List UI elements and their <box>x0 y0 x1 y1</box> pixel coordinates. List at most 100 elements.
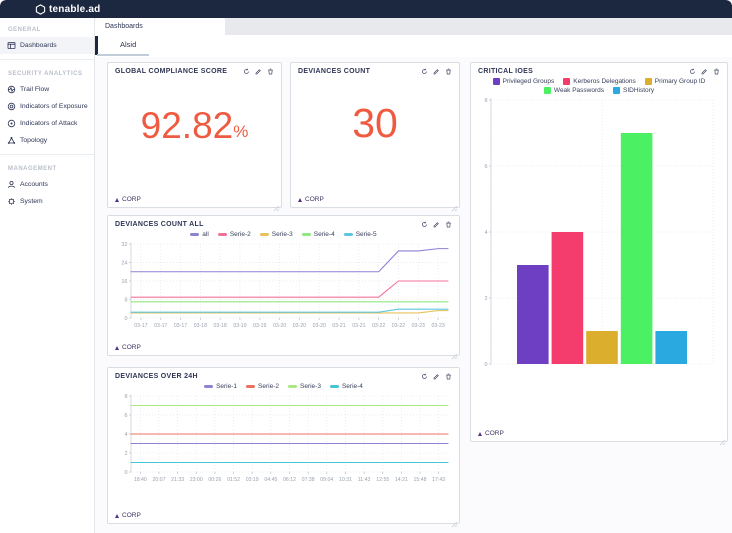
sidebar-item-indicators-of-exposure[interactable]: Indicators of Exposure <box>0 98 94 115</box>
card-deviances-count-all: DEVIANCES COUNT ALL all Serie-2 Serie-3 Ser… <box>107 215 460 356</box>
legend-label: Serie-2 <box>258 383 279 390</box>
legend-item-primary-group-id[interactable]: Primary Group ID <box>645 78 706 85</box>
legend-item-serie-2[interactable]: Serie-2 <box>246 383 279 390</box>
sidebar-item-system[interactable]: System <box>0 193 94 210</box>
critical-ioes-bar-chart: 02468 <box>471 96 727 396</box>
legend-swatch <box>563 78 570 85</box>
dashboards-icon <box>7 41 16 50</box>
legend-label: Serie-3 <box>300 383 321 390</box>
refresh-button[interactable] <box>689 68 696 75</box>
directory-triangle-icon <box>115 198 119 202</box>
deviances-count-all-line-chart: 0816243203-1703-1703-1703-1803-1803-1903… <box>108 240 459 336</box>
svg-text:03-17: 03-17 <box>134 323 147 329</box>
card-actions <box>421 373 452 380</box>
svg-text:01:52: 01:52 <box>227 477 240 483</box>
sidebar-item-trail-flow[interactable]: Trail Flow <box>0 81 94 98</box>
edit-button[interactable] <box>701 68 708 75</box>
legend-item-serie-1[interactable]: Serie-1 <box>204 383 237 390</box>
legend-item-sidhistory[interactable]: SIDHistory <box>613 87 654 94</box>
sidebar-item-label: Indicators of Exposure <box>20 103 88 110</box>
sidebar-section: GENERALDashboards <box>0 18 94 60</box>
svg-text:8: 8 <box>484 98 487 104</box>
card-title: DEVIANCES COUNT ALL <box>115 221 204 228</box>
legend-item-all[interactable]: all <box>190 231 209 238</box>
directory-label: CORP <box>485 430 504 437</box>
svg-text:06:12: 06:12 <box>283 477 296 483</box>
edit-button[interactable] <box>255 68 262 75</box>
edit-button[interactable] <box>433 221 440 228</box>
legend-swatch <box>330 385 339 388</box>
card-footer: CORP <box>115 512 141 519</box>
delete-button[interactable] <box>445 68 452 75</box>
subtab-active-underline <box>97 54 149 56</box>
subtab-alsid[interactable]: Alsid <box>120 40 136 49</box>
resize-handle[interactable] <box>719 433 726 440</box>
card-actions <box>243 68 274 75</box>
svg-text:8: 8 <box>124 394 127 400</box>
svg-text:2: 2 <box>484 296 487 302</box>
sidebar-item-accounts[interactable]: Accounts <box>0 176 94 193</box>
svg-text:18:40: 18:40 <box>134 477 147 483</box>
compliance-score-value: 92.82 <box>141 107 234 144</box>
directory-label: CORP <box>122 512 141 519</box>
svg-text:03-20: 03-20 <box>293 323 306 329</box>
legend-label: Serie-5 <box>356 231 377 238</box>
legend-item-serie-3[interactable]: Serie-3 <box>260 231 293 238</box>
legend-item-serie-4[interactable]: Serie-4 <box>330 383 363 390</box>
card-title: CRITICAL IOES <box>478 68 533 75</box>
svg-text:03-23: 03-23 <box>412 323 425 329</box>
legend-label: Privileged Groups <box>503 78 555 85</box>
sidebar-item-topology[interactable]: Topology <box>0 132 94 149</box>
delete-button[interactable] <box>713 68 720 75</box>
legend-swatch <box>246 385 255 388</box>
directory-label: CORP <box>122 344 141 351</box>
legend-swatch <box>218 233 227 236</box>
legend-item-privileged-groups[interactable]: Privileged Groups <box>493 78 555 85</box>
card-deviances-over-24h: DEVIANCES OVER 24H Serie-1Serie-2Serie-3… <box>107 367 460 524</box>
sidebar-item-dashboards[interactable]: Dashboards <box>0 37 94 54</box>
svg-text:03-20: 03-20 <box>273 323 286 329</box>
edit-button[interactable] <box>433 68 440 75</box>
resize-handle[interactable] <box>273 199 280 206</box>
logo[interactable]: tenable.ad <box>35 4 100 15</box>
legend-swatch <box>544 87 551 94</box>
legend-item-serie-4[interactable]: Serie-4 <box>302 231 335 238</box>
edit-button[interactable] <box>433 373 440 380</box>
sidebar-item-indicators-of-attack[interactable]: Indicators of Attack <box>0 115 94 132</box>
tabstrip: Dashboards <box>95 18 732 35</box>
tenable-ad-app: tenable.ad GENERALDashboardsSECURITY ANA… <box>0 0 732 533</box>
delete-button[interactable] <box>267 68 274 75</box>
legend-item-weak-passwords[interactable]: Weak Passwords <box>544 87 604 94</box>
resize-handle[interactable] <box>451 199 458 206</box>
resize-handle[interactable] <box>451 347 458 354</box>
svg-text:10:31: 10:31 <box>339 477 352 483</box>
legend-item-kerberos-delegations[interactable]: Kerberos Delegations <box>563 78 636 85</box>
svg-text:03-19: 03-19 <box>233 323 246 329</box>
refresh-button[interactable] <box>421 373 428 380</box>
card-title: GLOBAL COMPLIANCE SCORE <box>115 68 227 75</box>
svg-text:32: 32 <box>121 242 127 248</box>
card-footer: CORP <box>115 344 141 351</box>
legend-label: Primary Group ID <box>655 78 706 85</box>
svg-text:03-23: 03-23 <box>431 323 444 329</box>
legend-swatch <box>190 233 199 236</box>
refresh-button[interactable] <box>421 221 428 228</box>
legend-item-serie-5[interactable]: Serie-5 <box>344 231 377 238</box>
resize-handle[interactable] <box>451 515 458 522</box>
legend-item-serie-2[interactable]: Serie-2 <box>218 231 251 238</box>
legend-item-serie-3[interactable]: Serie-3 <box>288 383 321 390</box>
indicators-exposure-icon <box>7 102 16 111</box>
system-icon <box>7 197 16 206</box>
tab-dashboards[interactable]: Dashboards <box>95 18 225 35</box>
refresh-button[interactable] <box>421 68 428 75</box>
svg-text:12:55: 12:55 <box>376 477 389 483</box>
delete-button[interactable] <box>445 221 452 228</box>
svg-text:04:45: 04:45 <box>264 477 277 483</box>
indicators-attack-icon <box>7 119 16 128</box>
svg-text:03-22: 03-22 <box>372 323 385 329</box>
directory-triangle-icon <box>115 346 119 350</box>
delete-button[interactable] <box>445 373 452 380</box>
legend-label: Weak Passwords <box>554 87 604 94</box>
topology-icon <box>7 136 16 145</box>
refresh-button[interactable] <box>243 68 250 75</box>
